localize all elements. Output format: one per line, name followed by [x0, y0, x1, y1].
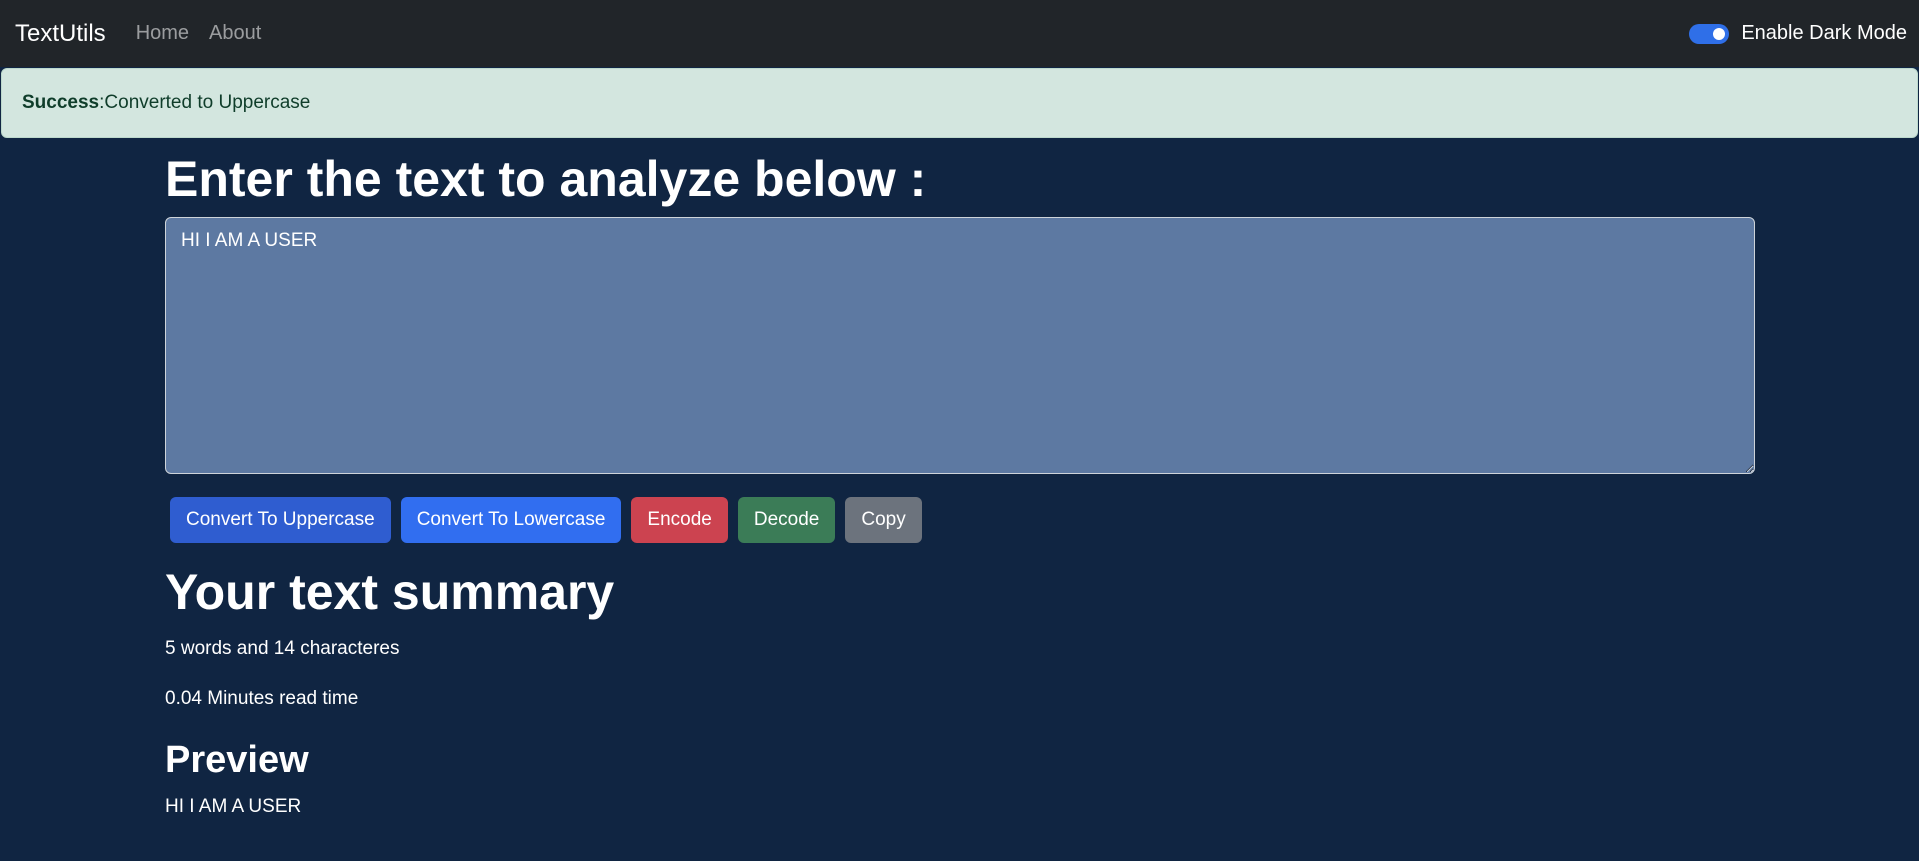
dark-mode-switch[interactable]: [1689, 23, 1730, 44]
summary-heading: Your text summary: [165, 564, 615, 620]
alert-message: :Converted to Uppercase: [99, 92, 311, 113]
switch-knob: [1713, 27, 1726, 40]
dark-mode-label[interactable]: Enable Dark Mode: [1741, 22, 1907, 45]
page-title: Enter the text to analyze below :: [165, 151, 927, 207]
word-char-count: 5 words and 14 characteres: [165, 638, 400, 659]
encode-button[interactable]: Encode: [631, 497, 728, 543]
preview-text: HI I AM A USER: [165, 795, 302, 817]
copy-button[interactable]: Copy: [845, 497, 922, 543]
text-input[interactable]: HI I AM A USER: [165, 217, 1755, 474]
convert-lowercase-button[interactable]: Convert To Lowercase: [400, 497, 622, 543]
brand-logo[interactable]: TextUtils: [15, 20, 106, 48]
success-alert: Success:Converted to Uppercase: [1, 68, 1918, 138]
preview-heading: Preview: [165, 739, 309, 781]
convert-uppercase-button[interactable]: Convert To Uppercase: [170, 497, 391, 543]
dark-mode-toggle: Enable Dark Mode: [1689, 0, 1907, 67]
nav-link-home[interactable]: Home: [136, 22, 189, 45]
read-time: 0.04 Minutes read time: [165, 688, 359, 709]
action-buttons: Convert To Uppercase Convert To Lowercas…: [170, 497, 1755, 543]
alert-type: Success: [22, 92, 100, 113]
navbar: TextUtils Home About Enable Dark Mode: [0, 0, 1919, 67]
nav-link-about[interactable]: About: [209, 22, 261, 45]
main-container: Enter the text to analyze below : HI I A…: [165, 138, 1755, 818]
decode-button[interactable]: Decode: [737, 497, 836, 543]
